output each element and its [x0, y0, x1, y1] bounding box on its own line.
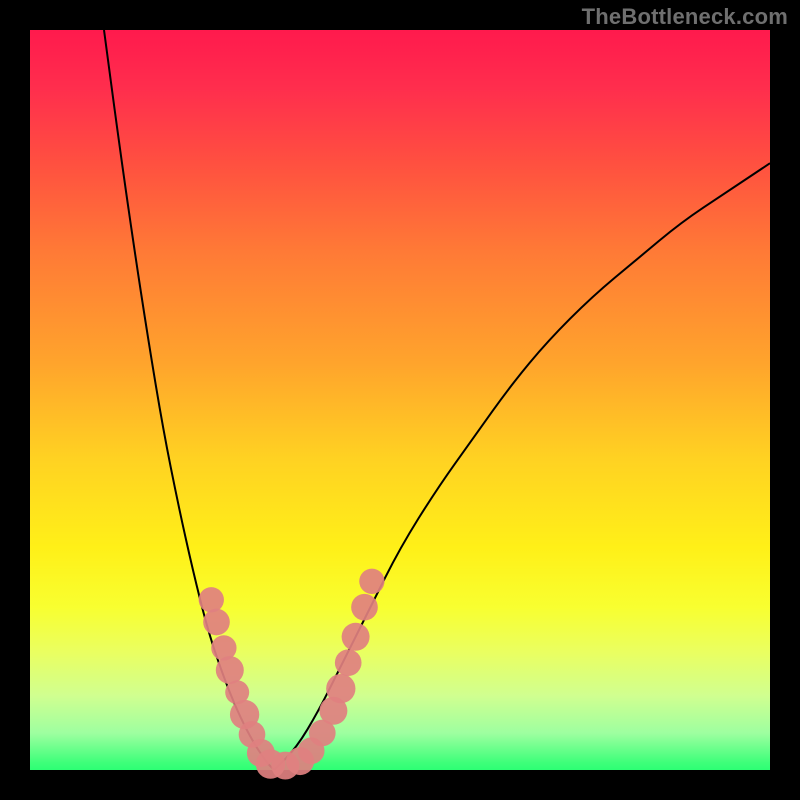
curve-left-branch: [104, 30, 274, 770]
marker-group: [199, 569, 385, 780]
watermark-text: TheBottleneck.com: [582, 4, 788, 30]
data-marker: [199, 587, 224, 612]
data-marker: [326, 674, 355, 703]
data-marker: [342, 623, 370, 651]
data-marker: [359, 569, 384, 594]
data-marker: [203, 609, 230, 636]
chart-frame: TheBottleneck.com: [0, 0, 800, 800]
chart-svg: [30, 30, 770, 770]
data-marker: [335, 649, 362, 676]
data-marker: [351, 594, 378, 621]
data-marker: [216, 656, 244, 684]
plot-area: [30, 30, 770, 770]
